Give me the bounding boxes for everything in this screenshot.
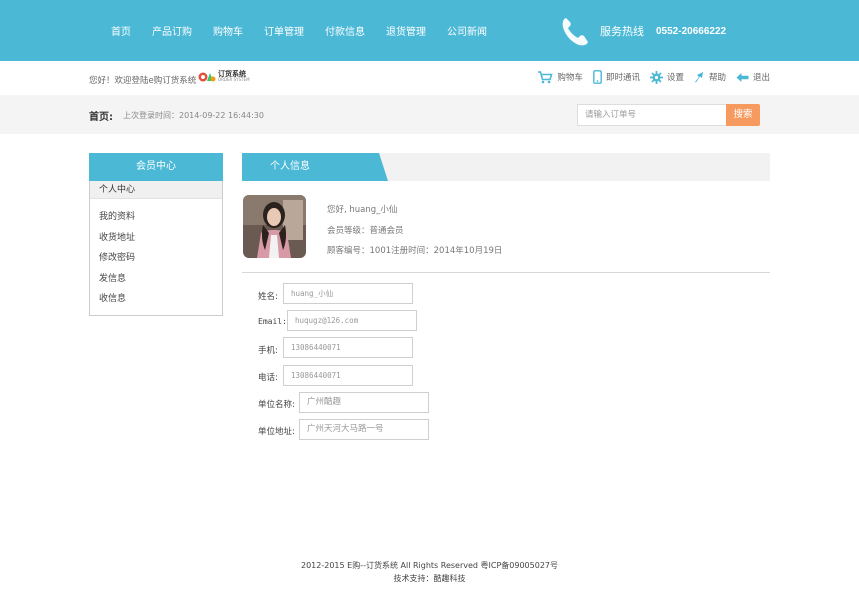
nav-item-home[interactable]: 首页: [111, 23, 131, 38]
nav-item-news[interactable]: 公司新闻: [447, 23, 487, 38]
welcome-text: 您好！欢迎登陆e购订货系统: [89, 76, 197, 86]
toolbar-im-label: 即时通讯: [605, 73, 640, 83]
mobile-icon: [593, 70, 602, 84]
main-nav: 首页 产品订购 购物车 订单管理 付款信息 退货管理 公司新闻: [111, 0, 508, 61]
user-toolbar: 购物车 即时通讯 设置 帮助 退出: [527, 70, 770, 84]
gear-icon: [649, 70, 663, 84]
sidebar-item-password[interactable]: 修改密码: [90, 248, 222, 269]
section-divider: [242, 272, 770, 273]
toolbar-logout[interactable]: 退出: [736, 71, 770, 83]
logo-mark-icon: [198, 72, 216, 82]
logout-icon: [736, 72, 749, 82]
nav-item-products[interactable]: 产品订购: [152, 23, 192, 38]
mobile-label: 手机:: [258, 346, 278, 356]
toolbar-cart[interactable]: 购物车: [537, 70, 583, 84]
company-address-label: 单位地址:: [258, 427, 295, 437]
phone-label: 电话:: [258, 373, 278, 383]
toolbar-settings-label: 设置: [666, 73, 684, 83]
toolbar-logout-label: 退出: [752, 73, 770, 83]
company-name-label: 单位名称:: [258, 400, 295, 410]
footer-copyright: 2012-2015 E购--订货系统 All Rights Reserved 粤…: [300, 561, 559, 570]
order-search-input[interactable]: 请输入订单号: [577, 104, 727, 126]
toolbar-help-label: 帮助: [708, 73, 726, 83]
breadcrumb-home[interactable]: 首页:: [89, 108, 113, 123]
sidebar-section-personal[interactable]: 个人中心: [90, 181, 222, 199]
member-level: 会员等级：普通会员: [327, 226, 404, 236]
sidebar-item-inbox[interactable]: 收信息: [90, 289, 222, 310]
toolbar-im[interactable]: 即时通讯: [593, 70, 640, 84]
company-name-field[interactable]: 广州酷趣: [299, 392, 429, 413]
panel-tab-shape: [242, 153, 388, 181]
hotline: 服务热线 0552-20666222: [560, 14, 726, 48]
panel-title: 个人信息: [270, 161, 310, 172]
avatar: [243, 195, 306, 258]
toolbar-settings[interactable]: 设置: [649, 70, 684, 84]
footer-support: 技术支持：酷趣科技: [393, 574, 466, 583]
name-label: 姓名:: [258, 292, 278, 302]
customer-info: 顾客编号：1001注册时间：2014年10月19日: [327, 246, 503, 256]
nav-item-cart[interactable]: 购物车: [213, 23, 243, 38]
email-field[interactable]: huqugz@126.com: [287, 310, 417, 331]
hotline-number: 0552-20666222: [656, 25, 727, 37]
logo: 订货系统 ORDER SYSTEM: [198, 71, 250, 83]
phone-field[interactable]: 13086440071: [283, 365, 413, 386]
company-address-field[interactable]: 广州天河大马路一号: [299, 419, 429, 440]
sidebar-item-send-message[interactable]: 发信息: [90, 269, 222, 290]
search-button[interactable]: 搜索: [726, 104, 760, 126]
cart-icon: [538, 70, 553, 83]
email-label: Email:: [258, 317, 287, 326]
avatar-photo: [243, 195, 306, 258]
mobile-field[interactable]: 13086440071: [283, 337, 413, 358]
sidebar-item-address[interactable]: 收货地址: [90, 228, 222, 249]
nav-item-orders[interactable]: 订单管理: [264, 23, 304, 38]
sidebar-menu: 我的资料 收货地址 修改密码 发信息 收信息: [90, 199, 222, 310]
toolbar-cart-label: 购物车: [557, 73, 583, 83]
last-login-time: 上次登录时间：2014-09-22 16:44:30: [123, 111, 264, 120]
member-sidebar: 会员中心 个人中心 我的资料 收货地址 修改密码 发信息 收信息: [89, 153, 223, 316]
phone-icon: [562, 18, 588, 46]
help-icon: [694, 72, 703, 83]
sidebar-item-profile[interactable]: 我的资料: [90, 207, 222, 228]
toolbar-help[interactable]: 帮助: [694, 71, 726, 83]
logo-subtitle: ORDER SYSTEM: [218, 77, 250, 82]
nav-item-returns[interactable]: 退货管理: [386, 23, 426, 38]
hotline-label: 服务热线: [600, 25, 644, 38]
info-bar: 首页: 上次登录时间：2014-09-22 16:44:30 请输入订单号 搜索: [0, 95, 859, 134]
nav-item-payment[interactable]: 付款信息: [325, 23, 365, 38]
greeting-text: 您好, huang_小仙: [327, 205, 398, 215]
name-field[interactable]: huang_小仙: [283, 283, 413, 304]
sidebar-title: 会员中心: [89, 153, 223, 181]
